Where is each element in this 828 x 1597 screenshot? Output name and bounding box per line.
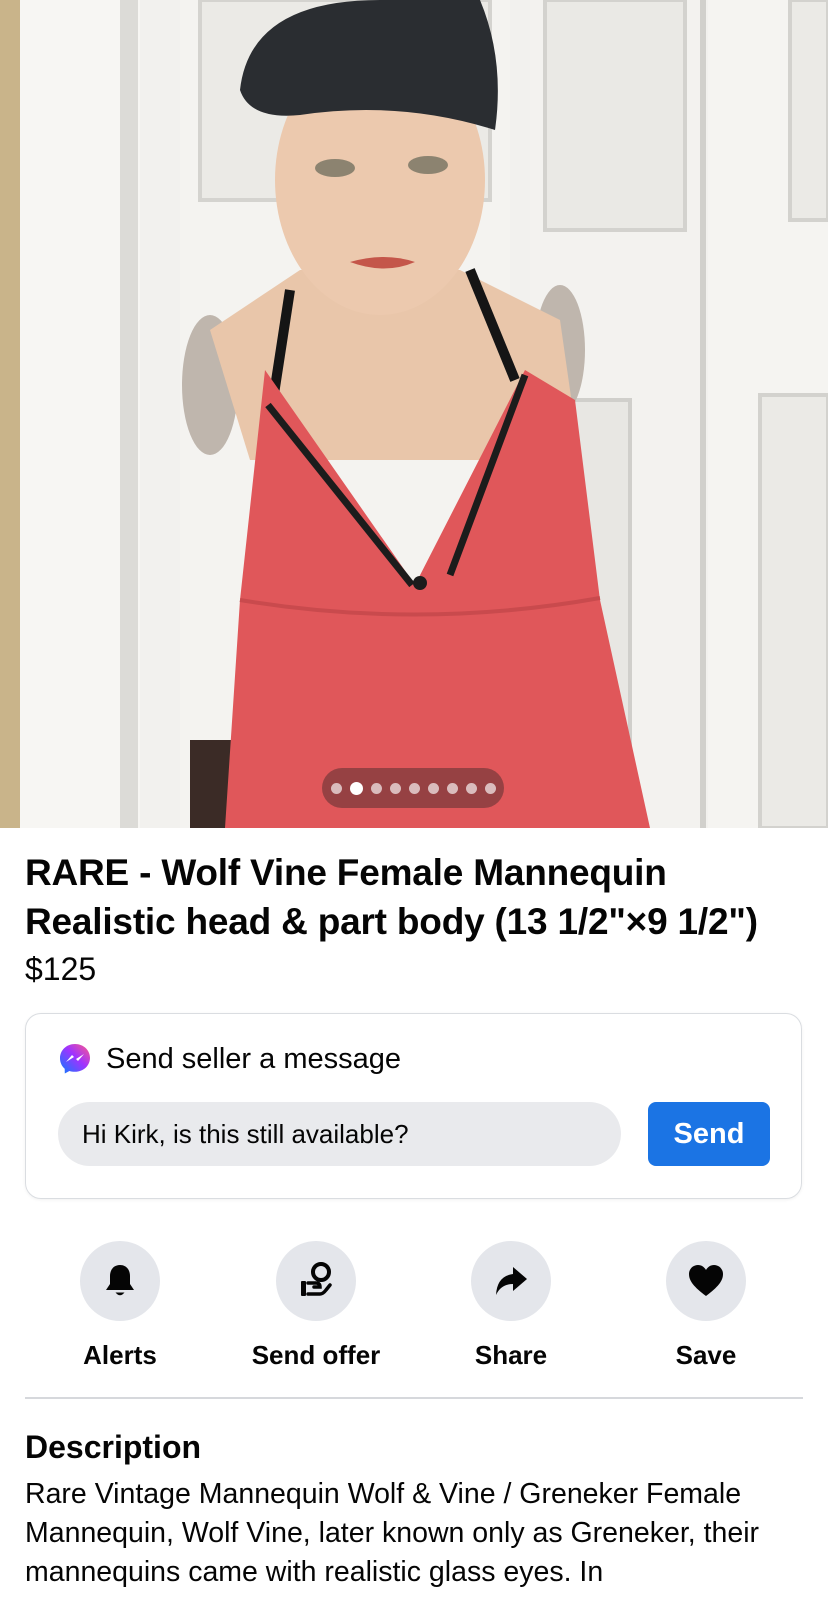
save-label: Save [675, 1340, 737, 1370]
heart-icon [689, 1265, 723, 1296]
description-heading: Description [25, 1429, 202, 1465]
alerts-label: Alerts [83, 1340, 157, 1370]
pagination-dot[interactable] [446, 782, 458, 794]
mannequin-photo [0, 0, 828, 828]
description-text: Rare Vintage Mannequin Wolf & Vine / Gre… [25, 1478, 760, 1588]
share-circle[interactable] [471, 1241, 551, 1321]
send-offer-button[interactable]: Send offer [221, 1241, 411, 1371]
product-photo[interactable] [0, 0, 828, 828]
messenger-icon [60, 1044, 90, 1074]
send-button[interactable]: Send [648, 1102, 770, 1166]
pagination-dot[interactable] [349, 781, 363, 795]
message-heading: Send seller a message [106, 1042, 401, 1075]
share-label: Share [474, 1340, 548, 1370]
pagination-dot[interactable] [465, 782, 477, 794]
photo-pagination[interactable] [322, 768, 504, 808]
offer-icon [301, 1262, 332, 1296]
share-arrow-icon [496, 1267, 527, 1295]
pagination-dot[interactable] [389, 782, 401, 794]
pagination-dot[interactable] [427, 782, 439, 794]
pagination-dot[interactable] [330, 782, 342, 794]
send-offer-label: Send offer [251, 1340, 381, 1370]
pagination-dot[interactable] [484, 782, 496, 794]
share-button[interactable]: Share [416, 1241, 606, 1371]
message-card-header: Send seller a message [58, 1042, 401, 1076]
pagination-dot[interactable] [370, 782, 382, 794]
bell-icon [106, 1265, 134, 1296]
alerts-button[interactable]: Alerts [25, 1241, 215, 1371]
save-circle[interactable] [666, 1241, 746, 1321]
listing-title: RARE - Wolf Vine Female Mannequin Realis… [25, 852, 758, 942]
send-offer-circle[interactable] [276, 1241, 356, 1321]
message-seller-card: Send seller a message Send [25, 1013, 802, 1199]
alerts-circle[interactable] [80, 1241, 160, 1321]
message-input[interactable] [58, 1102, 621, 1166]
listing-price: $125 [25, 951, 97, 987]
pagination-dot[interactable] [408, 782, 420, 794]
save-button[interactable]: Save [611, 1241, 801, 1371]
section-divider [25, 1397, 803, 1399]
